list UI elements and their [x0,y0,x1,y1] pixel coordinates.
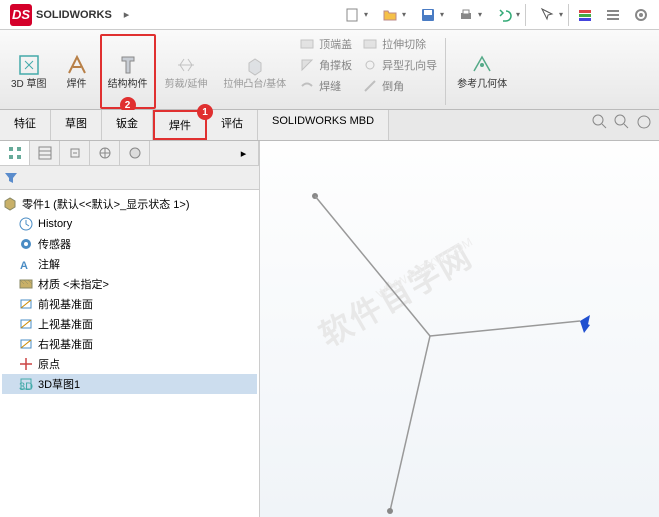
open-button[interactable] [371,2,409,28]
hole-wizard-button: 异型孔向导 [358,55,441,75]
structural-member-button[interactable]: 结构构件 2 [100,34,156,109]
trim-label: 剪裁/延伸 [165,79,208,91]
tree-annotations[interactable]: A注解 [2,254,257,274]
tab-sketch[interactable]: 草图 [51,110,102,140]
feature-manager: ▸ 零件1 (默认<<默认>_显示状态 1>) History 传感器 A注解 … [0,141,260,517]
extrude-icon [243,53,267,77]
ref-geom-label: 参考几何体 [457,79,507,91]
3d-sketch-button[interactable]: 3D 草图 [4,34,54,109]
tab-evaluate[interactable]: 评估 [207,110,258,140]
tree-material[interactable]: 材质 <未指定> [2,274,257,294]
history-icon [18,216,34,232]
svg-text:3D: 3D [19,381,33,392]
graphics-area[interactable]: 软件自学网 WWW.RJZXW.COM [260,141,659,517]
origin-icon [18,356,34,372]
sketch3d-icon: 3D [18,376,34,392]
tree-history[interactable]: History [2,214,257,234]
sb-tab-display[interactable] [120,141,150,165]
app-logo: DS SOLIDWORKS [4,4,118,26]
sidebar-toolbar [0,166,259,190]
tree-3dsketch1[interactable]: 3D3D草图1 [2,374,257,394]
select-button[interactable] [528,2,566,28]
main-area: ▸ 零件1 (默认<<默认>_显示状态 1>) History 传感器 A注解 … [0,141,659,517]
extrude-label: 拉伸凸台/基体 [223,79,286,91]
titlebar: DS SOLIDWORKS ▸ [0,0,659,30]
tree-root[interactable]: 零件1 (默认<<默认>_显示状态 1>) [2,194,257,214]
filter-icon[interactable] [4,171,18,185]
options-button[interactable] [599,2,627,28]
structural-icon [116,53,140,77]
tab-mbd[interactable]: SOLIDWORKS MBD [258,110,389,140]
weldment-icon [65,53,89,77]
annotations-icon: A [18,256,34,272]
part-icon [2,196,18,212]
ribbon: 3D 草图 焊件 结构构件 2 剪裁/延伸 拉伸凸台/基体 顶端盖 角撑板 焊缝… [0,30,659,110]
logo-dropdown[interactable]: ▸ [118,8,136,21]
ref-geometry-button[interactable]: 参考几何体 [450,34,514,109]
sketch-lines [260,141,659,517]
extrude-button: 拉伸凸台/基体 [216,34,293,109]
sb-tab-config[interactable] [60,141,90,165]
plane-icon [18,336,34,352]
save-button[interactable] [409,2,447,28]
sensors-icon [18,236,34,252]
plane-icon [18,316,34,332]
weldbead-icon [299,78,315,94]
endcap-icon [299,36,315,52]
tree-sensors[interactable]: 传感器 [2,234,257,254]
chamfer-button: 倒角 [358,76,441,96]
extruded-cut-button: 拉伸切除 [358,34,441,54]
weldment-button[interactable]: 焊件 [56,34,98,109]
weldbead-button: 焊缝 [295,76,356,96]
gusset-button: 角撑板 [295,55,356,75]
feature-tree: 零件1 (默认<<默认>_显示状态 1>) History 传感器 A注解 材质… [0,190,259,517]
logo-icon: DS [10,4,32,26]
material-icon [18,276,34,292]
sb-tab-expand[interactable]: ▸ [229,141,259,165]
view-toolbar [591,113,653,131]
structural-label: 结构构件 [108,79,148,91]
command-tabs: 特征 草图 钣金 焊件 1 评估 SOLIDWORKS MBD [0,110,659,141]
tab-features[interactable]: 特征 [0,110,51,140]
trim-button: 剪裁/延伸 [158,34,215,109]
trim-icon [174,53,198,77]
print-button[interactable] [447,2,485,28]
app-name: SOLIDWORKS [36,9,112,21]
tree-front-plane[interactable]: 前视基准面 [2,294,257,314]
sb-tab-feature-tree[interactable] [0,141,30,165]
tree-right-plane[interactable]: 右视基准面 [2,334,257,354]
chamfer-icon [362,78,378,94]
endcap-button: 顶端盖 [295,34,356,54]
sidebar-tabs: ▸ [0,141,259,166]
hole-icon [362,57,378,73]
search-icon[interactable] [591,113,609,131]
zoom-icon[interactable] [613,113,631,131]
weldment-label: 焊件 [67,79,87,91]
3d-sketch-icon [17,53,41,77]
sb-tab-property[interactable] [30,141,60,165]
extruded-cut-icon [362,36,378,52]
sb-tab-dimxpert[interactable] [90,141,120,165]
undo-button[interactable] [485,2,523,28]
tab-weldments[interactable]: 焊件 1 [153,110,207,140]
plane-icon [18,296,34,312]
svg-text:A: A [20,260,28,272]
settings-button[interactable] [627,2,655,28]
badge-1: 1 [197,104,213,120]
tree-origin[interactable]: 原点 [2,354,257,374]
rebuild-button[interactable] [571,2,599,28]
ref-geom-icon [470,53,494,77]
gusset-icon [299,57,315,73]
display-icon[interactable] [635,113,653,131]
3d-sketch-label: 3D 草图 [11,79,47,91]
tab-sheetmetal[interactable]: 钣金 [102,110,153,140]
tree-top-plane[interactable]: 上视基准面 [2,314,257,334]
new-doc-button[interactable] [333,2,371,28]
